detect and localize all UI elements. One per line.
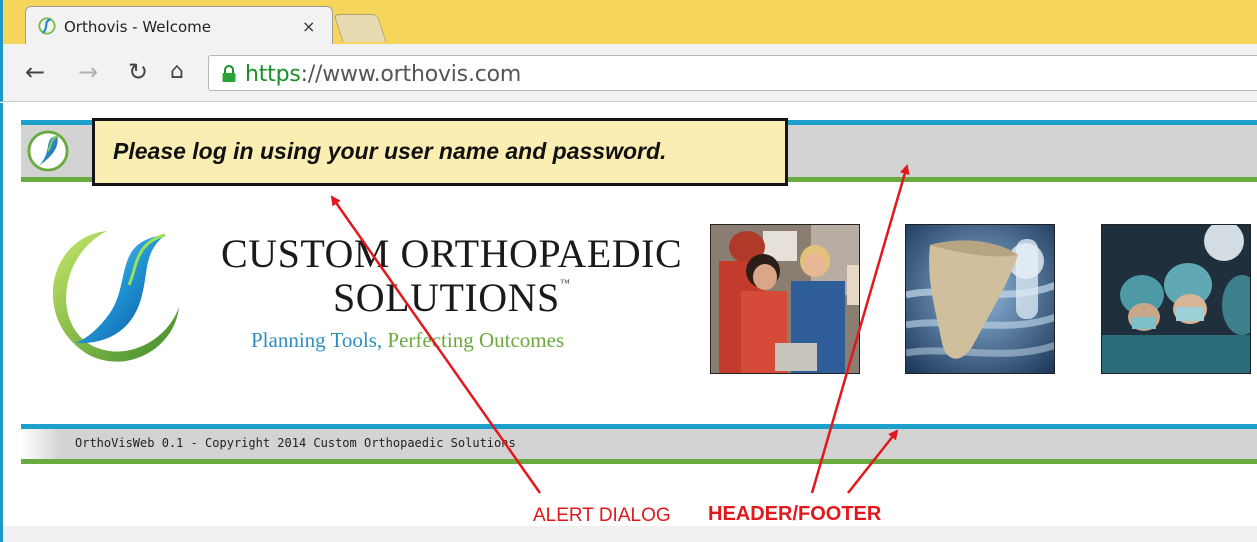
header-logo-icon [27, 130, 69, 172]
browser-tab[interactable]: Orthovis - Welcome × [25, 6, 333, 44]
forward-arrow-icon[interactable]: → [78, 58, 98, 86]
tagline-part-2: Perfecting Outcomes [387, 328, 565, 352]
footer-green-stripe [21, 459, 1257, 464]
back-arrow-icon[interactable]: ← [25, 58, 45, 86]
address-bar[interactable]: https://www.orthovis.com [208, 55, 1257, 91]
footer-copyright: OrthoVisWeb 0.1 - Copyright 2014 Custom … [75, 436, 516, 450]
page-bottom-band [3, 526, 1257, 542]
alert-message: Please log in using your user name and p… [113, 138, 667, 164]
browser-toolbar: ← → ↻ ⌂ https://www.orthovis.com [0, 44, 1257, 102]
page-footer: OrthoVisWeb 0.1 - Copyright 2014 Custom … [21, 424, 1257, 464]
new-tab-button[interactable] [333, 14, 387, 42]
web-page: Please log in using your user name and p… [0, 103, 1257, 542]
reload-icon[interactable]: ↻ [128, 58, 148, 86]
orthovis-favicon-icon [38, 17, 56, 35]
photo-clinicians [710, 224, 860, 374]
url-text[interactable]: https://www.orthovis.com [245, 62, 521, 87]
photo-surgeons [1101, 224, 1251, 374]
url-scheme: https [245, 62, 301, 87]
home-icon[interactable]: ⌂ [170, 58, 184, 86]
brand-name-line-1: CUSTOM ORTHOPAEDIC [221, 231, 683, 276]
tab-title: Orthovis - Welcome [64, 18, 211, 36]
header-footer-annotation-label: HEADER/FOOTER [708, 503, 882, 525]
company-swoosh-logo-icon [52, 231, 179, 362]
trademark-symbol: ™ [560, 278, 570, 289]
tab-close-button[interactable]: × [302, 17, 315, 36]
tagline-part-1: Planning Tools, [251, 328, 388, 352]
browser-title-bar: Orthovis - Welcome × [0, 0, 1257, 44]
alert-dialog-annotation-label: ALERT DIALOG [533, 505, 671, 526]
photo-shoulder-xray [905, 224, 1055, 374]
url-host: ://www.orthovis.com [300, 62, 522, 87]
company-tagline: Planning Tools, Perfecting Outcomes [251, 328, 564, 353]
alert-dialog[interactable]: Please log in using your user name and p… [92, 118, 788, 186]
lock-icon [222, 65, 236, 82]
brand-name-line-2: SOLUTIONS [333, 275, 560, 320]
